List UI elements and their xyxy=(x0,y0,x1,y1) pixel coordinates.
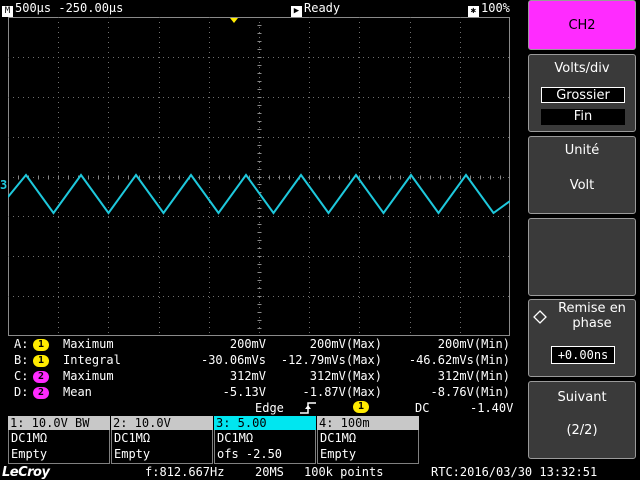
coarse-option[interactable]: Grossier xyxy=(541,87,625,103)
delay-value: -250.00µs xyxy=(58,1,124,15)
trigger-readout[interactable]: Edge 1 DC -1.40V xyxy=(8,400,520,416)
measurement-channel-badge: 1 xyxy=(33,355,49,367)
volts-div-title: Volts/div xyxy=(554,61,610,76)
timebase-value: 500µs xyxy=(15,1,52,15)
measurement-min: 312mV(Min) xyxy=(437,369,510,383)
channel-4-coupling: DC1MΩ xyxy=(320,431,357,445)
channel-2-offset: Empty xyxy=(114,447,151,461)
measurement-name: Maximum xyxy=(63,369,114,383)
battery-icon: ✱ xyxy=(468,6,479,17)
measurement-name: Maximum xyxy=(63,337,114,351)
unit-title: Unité xyxy=(564,143,600,158)
channel-1-coupling: DC1MΩ xyxy=(11,431,48,445)
channel-summary: 1: 10.0V BW DC1MΩ Empty 2: 10.0V DC1MΩ E… xyxy=(8,416,420,464)
volts-div-menu[interactable]: Volts/div Grossier Fin xyxy=(528,54,636,132)
measurement-slot: A: xyxy=(14,337,29,351)
deskew-title: Remise en phase xyxy=(558,301,626,331)
channel-select-button[interactable]: CH2 xyxy=(528,0,636,50)
unit-menu[interactable]: Unité Volt xyxy=(528,136,636,214)
measurement-name: Integral xyxy=(63,353,121,367)
status-text: Ready xyxy=(304,1,341,15)
measurement-current: 312mV xyxy=(229,369,266,383)
channel-3-offset: ofs -2.50 xyxy=(217,447,283,461)
channel-3-ground-marker: 3 xyxy=(0,178,8,192)
channel-label: CH2 xyxy=(568,18,596,33)
measurement-name: Mean xyxy=(63,385,92,399)
sample-rate: 20MS xyxy=(255,465,284,479)
battery-status: ✱ 100% xyxy=(468,1,510,17)
deskew-menu[interactable]: Remise en phase +0.00ns xyxy=(528,299,636,377)
next-label: Suivant xyxy=(557,390,607,405)
fine-option[interactable]: Fin xyxy=(541,109,625,125)
waveform-display[interactable] xyxy=(8,17,510,336)
measurement-channel-badge: 2 xyxy=(33,371,49,383)
measurement-max: 312mV(Max) xyxy=(309,369,382,383)
measurement-max: 200mV(Max) xyxy=(309,337,382,351)
timebase-readout[interactable]: M 500µs -250.00µs xyxy=(2,1,123,17)
measurement-row[interactable]: D: 2 Mean -5.13V -1.87V(Max) -8.76V(Min) xyxy=(8,385,518,401)
status-bar: M 500µs -250.00µs ▶ Ready ✱ 100% xyxy=(0,0,522,17)
empty-menu-slot xyxy=(528,218,636,296)
measurement-row[interactable]: A: 1 Maximum 200mV 200mV(Max) 200mV(Min) xyxy=(8,337,518,353)
measurement-row[interactable]: B: 1 Integral -30.06mVs -12.79mVs(Max) -46.62… xyxy=(8,353,518,369)
knob-icon xyxy=(533,309,547,328)
page-indicator: (2/2) xyxy=(566,423,598,438)
measurement-current: 200mV xyxy=(229,337,266,351)
channel-4-offset: Empty xyxy=(320,447,357,461)
measurement-panel: A: 1 Maximum 200mV 200mV(Max) 200mV(Min) B: 1 In… xyxy=(8,337,518,402)
unit-value: Volt xyxy=(569,178,595,193)
record-length: 100k points xyxy=(304,465,384,479)
channel-3-box[interactable]: 3: 5.00 DC1MΩ ofs -2.50 xyxy=(214,416,316,464)
channel-1-scale: 1: 10.0V BW xyxy=(8,416,110,430)
trigger-level: -1.40V xyxy=(470,401,514,415)
next-page-button[interactable]: Suivant (2/2) xyxy=(528,381,636,459)
measurement-current: -5.13V xyxy=(222,385,266,399)
channel-3-coupling: DC1MΩ xyxy=(217,431,254,445)
measurement-max: -12.79mVs(Max) xyxy=(280,353,382,367)
channel-2-box[interactable]: 2: 10.0V DC1MΩ Empty xyxy=(111,416,213,464)
brand-logo: LeCroy xyxy=(2,465,50,480)
measurement-min: -8.76V(Min) xyxy=(430,385,510,399)
trigger-coupling: DC xyxy=(415,401,430,415)
trigger-type: Edge xyxy=(255,401,284,415)
channel-3-scale: 3: 5.00 xyxy=(214,416,316,430)
channel-4-scale: 4: 100m xyxy=(317,416,419,430)
channel-2-scale: 2: 10.0V xyxy=(111,416,213,430)
measurement-min: -46.62mVs(Min) xyxy=(408,353,510,367)
measurement-min: 200mV(Min) xyxy=(437,337,510,351)
trigger-position-marker xyxy=(230,18,238,23)
play-icon: ▶ xyxy=(291,6,302,17)
frequency-readout: f:812.667Hz xyxy=(145,465,225,479)
channel-4-box[interactable]: 4: 100m DC1MΩ Empty xyxy=(317,416,419,464)
measurement-slot: B: xyxy=(14,353,29,367)
measurement-slot: C: xyxy=(14,369,29,383)
battery-value: 100% xyxy=(481,1,510,15)
channel-1-box[interactable]: 1: 10.0V BW DC1MΩ Empty xyxy=(8,416,110,464)
acquisition-status[interactable]: ▶ Ready xyxy=(291,1,340,17)
channel-1-offset: Empty xyxy=(11,447,48,461)
measurement-max: -1.87V(Max) xyxy=(302,385,382,399)
trigger-source-badge: 1 xyxy=(353,401,369,413)
channel-2-coupling: DC1MΩ xyxy=(114,431,151,445)
measurement-row[interactable]: C: 2 Maximum 312mV 312mV(Max) 312mV(Min) xyxy=(8,369,518,385)
measurement-current: -30.06mVs xyxy=(200,353,266,367)
measurement-channel-badge: 1 xyxy=(33,339,49,351)
measurement-channel-badge: 2 xyxy=(33,387,49,399)
measurement-slot: D: xyxy=(14,385,29,399)
deskew-value[interactable]: +0.00ns xyxy=(551,346,615,364)
timebase-icon: M xyxy=(2,6,13,17)
side-menu: CH2 Volts/div Grossier Fin Unité Volt Re… xyxy=(528,0,640,480)
